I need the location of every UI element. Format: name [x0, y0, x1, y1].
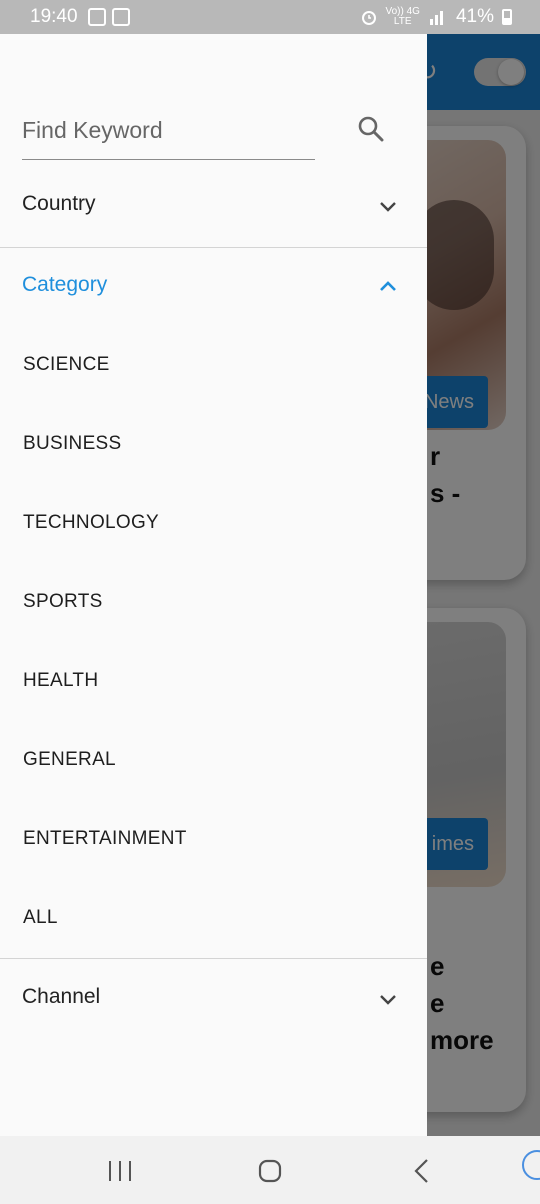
category-item-sports[interactable]: SPORTS [0, 573, 427, 633]
category-item-technology[interactable]: TECHNOLOGY [0, 494, 427, 554]
category-item-label: SCIENCE [23, 354, 110, 375]
search-icon[interactable] [356, 114, 386, 144]
category-label: Category [22, 273, 108, 296]
system-navigation-bar [0, 1136, 540, 1204]
category-item-label: SPORTS [23, 591, 103, 612]
status-bar: 19:40 Vo)) 4G LTE 41% [0, 0, 540, 34]
category-item-health[interactable]: HEALTH [0, 652, 427, 712]
chevron-down-icon [380, 995, 396, 1005]
category-item-all[interactable]: ALL [0, 889, 427, 949]
divider [0, 247, 427, 248]
category-item-label: ENTERTAINMENT [23, 828, 187, 849]
country-label: Country [22, 192, 96, 215]
back-icon[interactable] [402, 1156, 442, 1186]
status-time: 19:40 [30, 6, 78, 27]
category-item-label: TECHNOLOGY [23, 512, 160, 533]
keyword-search-field[interactable] [22, 106, 315, 160]
alarm-icon [361, 11, 376, 25]
battery-icon [502, 9, 512, 25]
category-item-label: HEALTH [23, 670, 99, 691]
search-input[interactable] [22, 110, 302, 150]
category-section-header[interactable]: Category [0, 257, 427, 317]
category-item-label: GENERAL [23, 749, 116, 770]
recent-apps-icon[interactable] [100, 1156, 140, 1186]
home-icon[interactable] [250, 1156, 290, 1186]
category-item-label: ALL [23, 907, 58, 928]
navigation-drawer: Country Category SCIENCE BUSINESS TECHNO… [0, 34, 427, 1136]
country-section-header[interactable]: Country [0, 176, 427, 236]
divider [0, 958, 427, 959]
gallery-icon [88, 8, 106, 26]
category-item-label: BUSINESS [23, 433, 122, 454]
battery-percent: 41% [455, 6, 494, 27]
category-item-entertainment[interactable]: ENTERTAINMENT [0, 810, 427, 870]
status-right: Vo)) 4G LTE 41% [360, 6, 512, 28]
channel-section-header[interactable]: Channel [0, 969, 427, 1029]
category-item-general[interactable]: GENERAL [0, 731, 427, 791]
channel-label: Channel [22, 985, 101, 1008]
activity-icon [112, 8, 130, 26]
signal-icon [429, 11, 443, 25]
chevron-up-icon [380, 281, 396, 291]
network-type: Vo)) 4G LTE [385, 6, 420, 27]
chevron-down-icon [380, 202, 396, 212]
floating-assist-icon[interactable] [522, 1150, 540, 1180]
category-item-business[interactable]: BUSINESS [0, 415, 427, 475]
category-item-science[interactable]: SCIENCE [0, 336, 427, 396]
